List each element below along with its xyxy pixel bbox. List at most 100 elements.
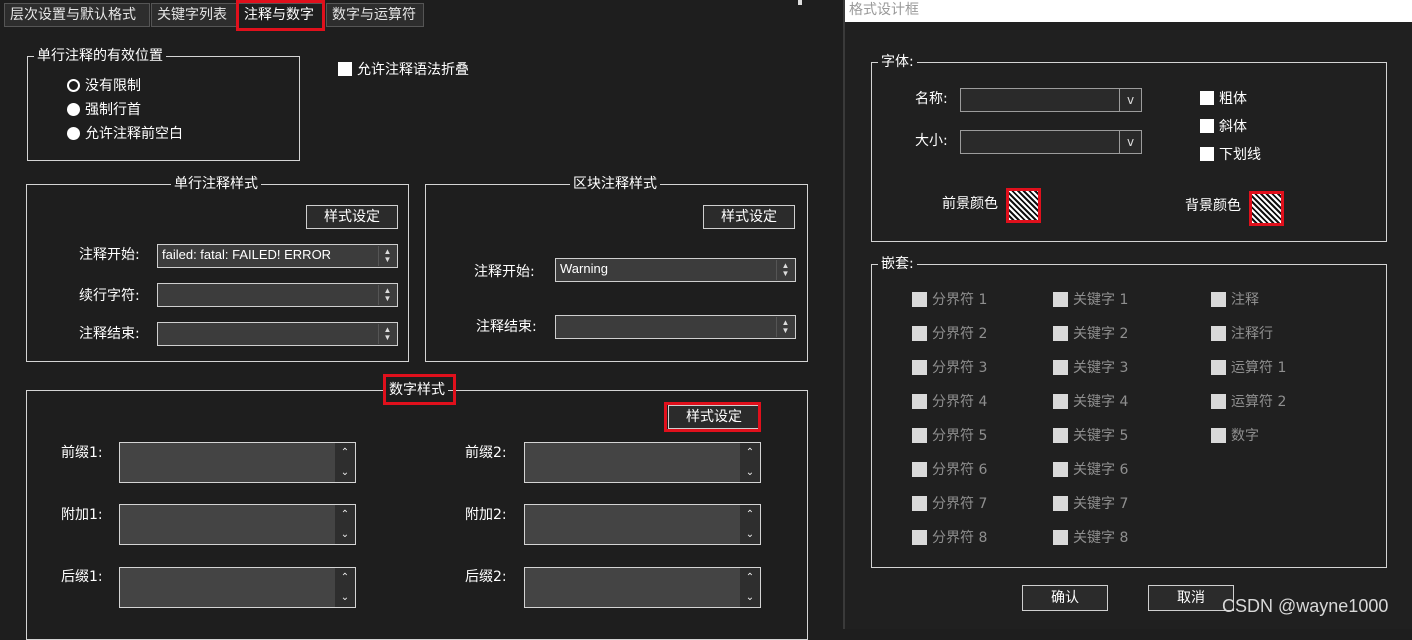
nesting-checkbox-style-3[interactable]: 运算符 1 [1211,358,1286,378]
chevron-down-icon[interactable]: v [1119,131,1141,153]
tab-hierarchy[interactable]: 层次设置与默认格式 [4,3,150,27]
spin-icon[interactable]: ⌃ ⌄ [740,443,760,482]
comment-end-field[interactable]: ▲ ▼ [157,322,398,346]
radio-label: 没有限制 [85,78,141,94]
highlight-tab [236,0,325,31]
nesting-checkbox-delimiter-3[interactable]: 分界符 3 [912,358,987,378]
nesting-checkbox-delimiter-2[interactable]: 分界符 2 [912,324,987,344]
nesting-checkbox-style-2[interactable]: 注释行 [1211,324,1273,344]
group-title: 单行注释的有效位置 [34,47,166,65]
checkbox-box [912,326,927,341]
extra2-text-area[interactable] [526,506,739,543]
spin-icon[interactable]: ⌃ ⌄ [740,568,760,607]
font-size-select[interactable]: v [960,130,1142,154]
radio-label: 强制行首 [85,102,141,118]
suffix1-label: 后缀1: [61,569,103,585]
nesting-checkbox-style-5[interactable]: 数字 [1211,426,1259,446]
prefix1-text-area[interactable] [121,444,334,481]
spin-icon[interactable]: ⌃ ⌄ [335,568,355,607]
suffix2-label: 后缀2: [465,569,507,585]
nesting-checkbox-keyword-1[interactable]: 关键字 1 [1053,290,1128,310]
radio-indicator [67,103,80,116]
suffix1-field[interactable]: ⌃ ⌄ [119,567,356,608]
nesting-checkbox-delimiter-7[interactable]: 分界符 7 [912,494,987,514]
nesting-checkbox-keyword-2[interactable]: 关键字 2 [1053,324,1128,344]
tab-keyword-list[interactable]: 关键字列表 [151,3,237,27]
block-start-value: Warning [560,261,608,276]
checkbox-label: 分界符 7 [932,496,988,512]
nesting-checkbox-delimiter-6[interactable]: 分界符 6 [912,460,987,480]
font-name-select[interactable]: v [960,88,1142,112]
extra1-label: 附加1: [61,507,103,523]
nesting-checkbox-style-1[interactable]: 注释 [1211,290,1259,310]
checkbox-label: 斜体 [1219,119,1247,135]
spin-icon[interactable]: ⌃ ⌄ [740,505,760,544]
radio-allow-whitespace[interactable]: 允许注释前空白 [67,124,183,144]
suffix1-text-area[interactable] [121,569,334,606]
spin-icon[interactable]: ▲ ▼ [378,324,396,344]
block-end-field[interactable]: ▲ ▼ [555,315,796,339]
block-style-button[interactable]: 样式设定 [703,205,795,229]
checkbox-box [912,394,927,409]
checkbox-box [912,530,927,545]
nesting-checkbox-style-4[interactable]: 运算符 2 [1211,392,1286,412]
spin-icon[interactable]: ▲ ▼ [378,246,396,266]
checkbox-box [1053,394,1068,409]
italic-checkbox[interactable]: 斜体 [1200,117,1247,137]
prefix1-field[interactable]: ⌃ ⌄ [119,442,356,483]
foreground-color-swatch[interactable] [1006,188,1041,223]
checkbox-label: 允许注释语法折叠 [357,62,469,78]
radio-indicator [67,79,80,92]
block-start-field[interactable]: Warning ▲ ▼ [555,258,796,282]
extra1-field[interactable]: ⌃ ⌄ [119,504,356,545]
checkbox-box [912,462,927,477]
allow-fold-checkbox[interactable]: 允许注释语法折叠 [338,60,469,80]
suffix2-text-area[interactable] [526,569,739,606]
nesting-checkbox-keyword-3[interactable]: 关键字 3 [1053,358,1128,378]
nesting-checkbox-keyword-6[interactable]: 关键字 6 [1053,460,1128,480]
single-style-button[interactable]: 样式设定 [306,205,398,229]
spin-icon[interactable]: ⌃ ⌄ [335,443,355,482]
bold-checkbox[interactable]: 粗体 [1200,89,1247,109]
nesting-checkbox-keyword-5[interactable]: 关键字 5 [1053,426,1128,446]
nesting-checkbox-delimiter-8[interactable]: 分界符 8 [912,528,987,548]
underline-checkbox[interactable]: 下划线 [1200,145,1261,165]
continue-char-field[interactable]: ▲ ▼ [157,283,398,307]
nesting-checkbox-keyword-7[interactable]: 关键字 7 [1053,494,1128,514]
checkbox-label: 关键字 6 [1073,462,1129,478]
chevron-down-icon[interactable]: v [1119,89,1141,111]
ok-button[interactable]: 确认 [1022,585,1108,611]
checkbox-label: 分界符 2 [932,326,988,342]
checkbox-label: 分界符 5 [932,428,988,444]
checkbox-label: 分界符 8 [932,530,988,546]
nesting-checkbox-delimiter-1[interactable]: 分界符 1 [912,290,987,310]
spin-icon[interactable]: ▲ ▼ [378,285,396,305]
radio-force-line-start[interactable]: 强制行首 [67,100,141,120]
checkbox-box [1211,394,1226,409]
font-group: 字体: 名称: v 大小: v 粗体 斜体 下划线 前景颜色 背景颜色 [871,53,1387,242]
checkbox-label: 数字 [1231,428,1259,444]
extra2-field[interactable]: ⌃ ⌄ [524,504,761,545]
nesting-checkbox-delimiter-4[interactable]: 分界符 4 [912,392,987,412]
spin-icon[interactable]: ▲ ▼ [776,260,794,280]
spin-icon[interactable]: ▲ ▼ [776,317,794,337]
tab-numbers-operators[interactable]: 数字与运算符 [326,3,424,27]
extra1-text-area[interactable] [121,506,334,543]
block-comment-style-group: 区块注释样式 样式设定 注释开始: Warning ▲ ▼ 注释结束: ▲ ▼ [425,175,808,362]
nesting-checkbox-keyword-4[interactable]: 关键字 4 [1053,392,1128,412]
background-color-swatch[interactable] [1249,191,1284,226]
prefix2-text-area[interactable] [526,444,739,481]
nesting-checkbox-keyword-8[interactable]: 关键字 8 [1053,528,1128,548]
suffix2-field[interactable]: ⌃ ⌄ [524,567,761,608]
checkbox-label: 关键字 2 [1073,326,1129,342]
comment-start-value: failed: fatal: FAILED! ERROR [162,247,332,262]
highlight-number-style-button [664,402,761,432]
prefix2-field[interactable]: ⌃ ⌄ [524,442,761,483]
comment-start-field[interactable]: failed: fatal: FAILED! ERROR ▲ ▼ [157,244,398,268]
checkbox-label: 关键字 3 [1073,360,1129,376]
font-size-label: 大小: [915,133,948,149]
radio-no-limit[interactable]: 没有限制 [67,76,141,96]
nesting-checkbox-delimiter-5[interactable]: 分界符 5 [912,426,987,446]
spin-icon[interactable]: ⌃ ⌄ [335,505,355,544]
group-title: 单行注释样式 [171,175,261,193]
